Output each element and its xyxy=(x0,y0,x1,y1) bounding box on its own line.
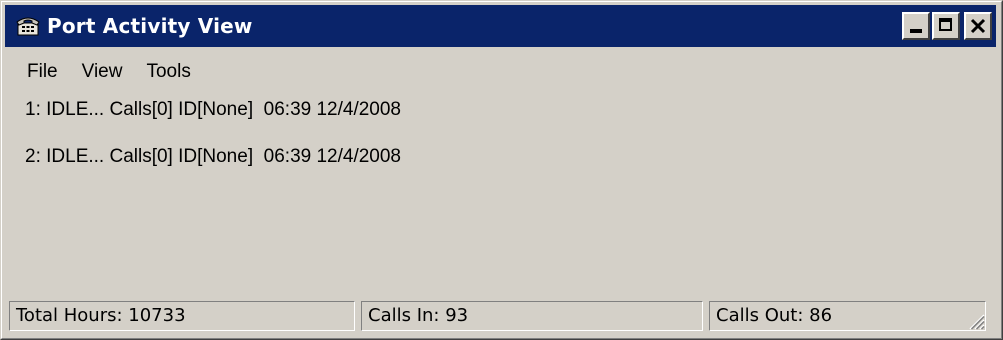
minimize-button[interactable] xyxy=(902,12,930,40)
port-status-line: 1: IDLE... Calls[0] ID[None] 06:39 12/4/… xyxy=(25,99,402,120)
telephone-icon xyxy=(15,14,41,38)
resize-grip-icon[interactable] xyxy=(965,310,985,330)
window-frame xyxy=(1,1,1002,339)
menu-tools[interactable]: Tools xyxy=(134,59,202,85)
calls-out-panel: Calls Out: 86 xyxy=(709,301,986,331)
menu-view[interactable]: View xyxy=(70,59,135,85)
minimize-icon xyxy=(910,29,922,33)
calls-out-label: Calls Out: 86 xyxy=(716,305,833,326)
window-title: Port Activity View xyxy=(47,14,253,38)
total-hours-panel: Total Hours: 10733 xyxy=(9,301,355,331)
close-button[interactable] xyxy=(964,12,992,40)
maximize-button[interactable] xyxy=(932,12,960,40)
title-bar[interactable]: Port Activity View xyxy=(5,5,996,47)
menu-bar: File View Tools xyxy=(15,59,203,85)
menu-file[interactable]: File xyxy=(15,59,70,85)
window-controls xyxy=(902,12,992,40)
calls-in-panel: Calls In: 93 xyxy=(361,301,703,331)
port-status-line: 2: IDLE... Calls[0] ID[None] 06:39 12/4/… xyxy=(25,146,402,167)
port-activity-window: Port Activity View File View Tools 1: ID… xyxy=(0,0,1003,340)
port-list: 1: IDLE... Calls[0] ID[None] 06:39 12/4/… xyxy=(25,97,401,170)
maximize-icon xyxy=(939,18,952,31)
close-icon xyxy=(970,18,986,34)
status-bar: Total Hours: 10733 Calls In: 93 Calls Ou… xyxy=(9,301,992,331)
